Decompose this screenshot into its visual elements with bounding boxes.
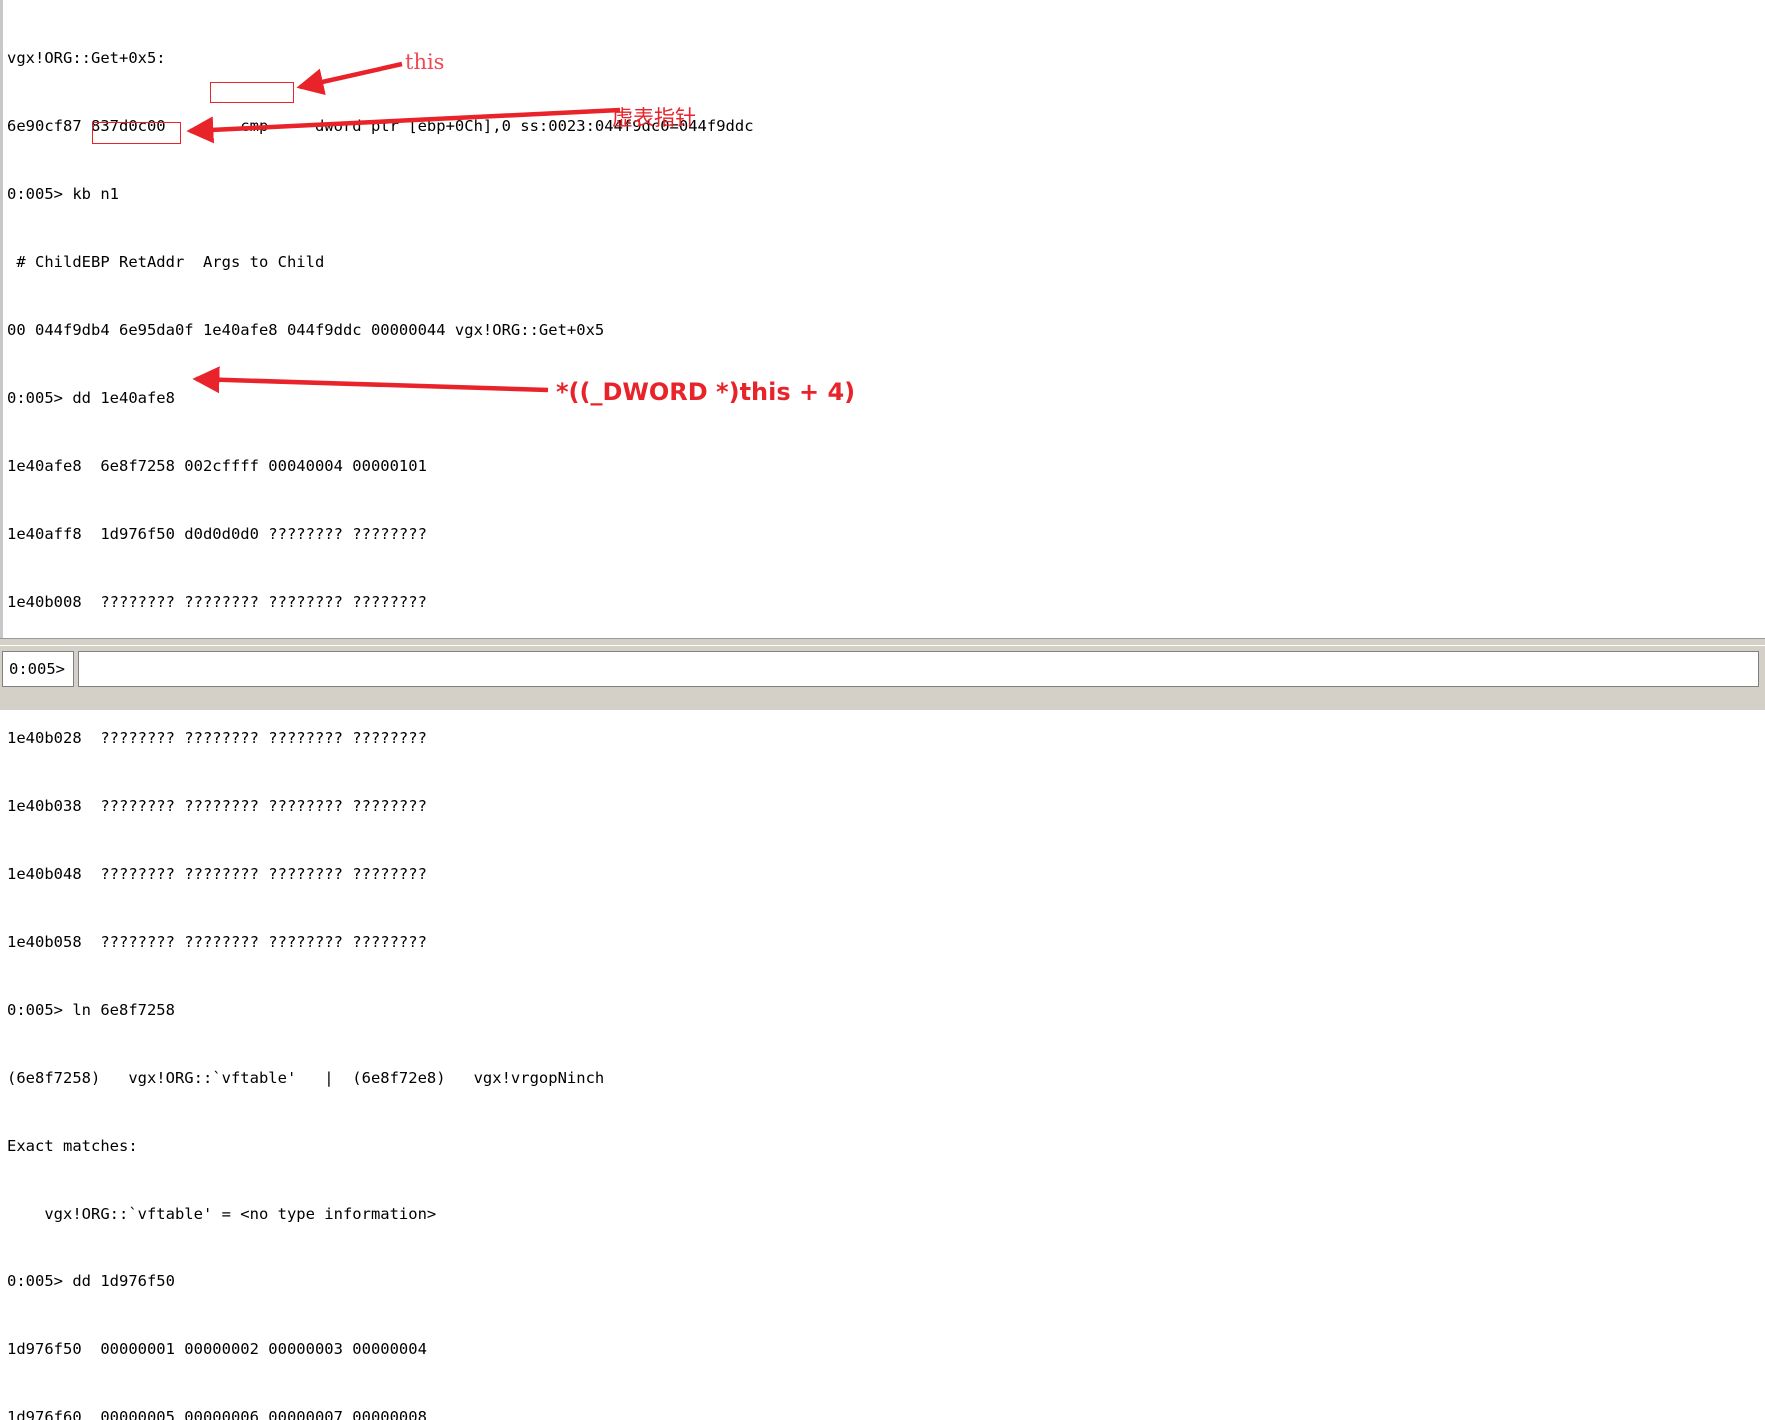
console-line: 1e40b008 ???????? ???????? ???????? ????… bbox=[7, 592, 427, 611]
console-line: vgx!ORG::Get+0x5: bbox=[7, 49, 166, 68]
console-output-text: vgx!ORG::Get+0x5: 6e90cf87 837d0c00 cmp … bbox=[7, 2, 754, 1420]
console-line: vgx!ORG::`vftable' = <no type informatio… bbox=[7, 1204, 437, 1223]
prompt-context-label: 0:005> bbox=[2, 651, 74, 687]
pane-left-border bbox=[0, 0, 3, 638]
pane-splitter[interactable] bbox=[0, 638, 1765, 646]
console-line: 6e90cf87 837d0c00 cmp dword ptr [ebp+0Ch… bbox=[7, 117, 754, 136]
console-line: 0:005> ln 6e8f7258 bbox=[7, 1000, 175, 1019]
console-line: 1e40b058 ???????? ???????? ???????? ????… bbox=[7, 932, 427, 951]
console-line: 1e40afe8 6e8f7258 002cffff 00040004 0000… bbox=[7, 457, 427, 476]
console-line: 1d976f50 00000001 00000002 00000003 0000… bbox=[7, 1340, 427, 1359]
console-line: # ChildEBP RetAddr Args to Child bbox=[7, 253, 325, 272]
console-line: 0:005> dd 1d976f50 bbox=[7, 1272, 175, 1291]
debugger-output-pane[interactable]: vgx!ORG::Get+0x5: 6e90cf87 837d0c00 cmp … bbox=[0, 0, 1765, 1420]
console-line: 0:005> dd 1e40afe8 bbox=[7, 389, 175, 408]
console-line: 1e40b028 ???????? ???????? ???????? ????… bbox=[7, 728, 427, 747]
console-line: 00 044f9db4 6e95da0f 1e40afe8 044f9ddc 0… bbox=[7, 321, 605, 340]
console-line: Exact matches: bbox=[7, 1136, 138, 1155]
console-line: 1e40aff8 1d976f50 d0d0d0d0 ???????? ????… bbox=[7, 524, 427, 543]
console-line: 1e40b038 ???????? ???????? ???????? ????… bbox=[7, 796, 427, 815]
console-line: 1d976f60 00000005 00000006 00000007 0000… bbox=[7, 1408, 427, 1420]
console-line: 0:005> kb n1 bbox=[7, 185, 119, 204]
console-line: 1e40b048 ???????? ???????? ???????? ????… bbox=[7, 864, 427, 883]
console-line: (6e8f7258) vgx!ORG::`vftable' | (6e8f72e… bbox=[7, 1068, 605, 1087]
command-prompt-bar: 0:005> bbox=[0, 646, 1765, 710]
command-input[interactable] bbox=[78, 651, 1759, 687]
